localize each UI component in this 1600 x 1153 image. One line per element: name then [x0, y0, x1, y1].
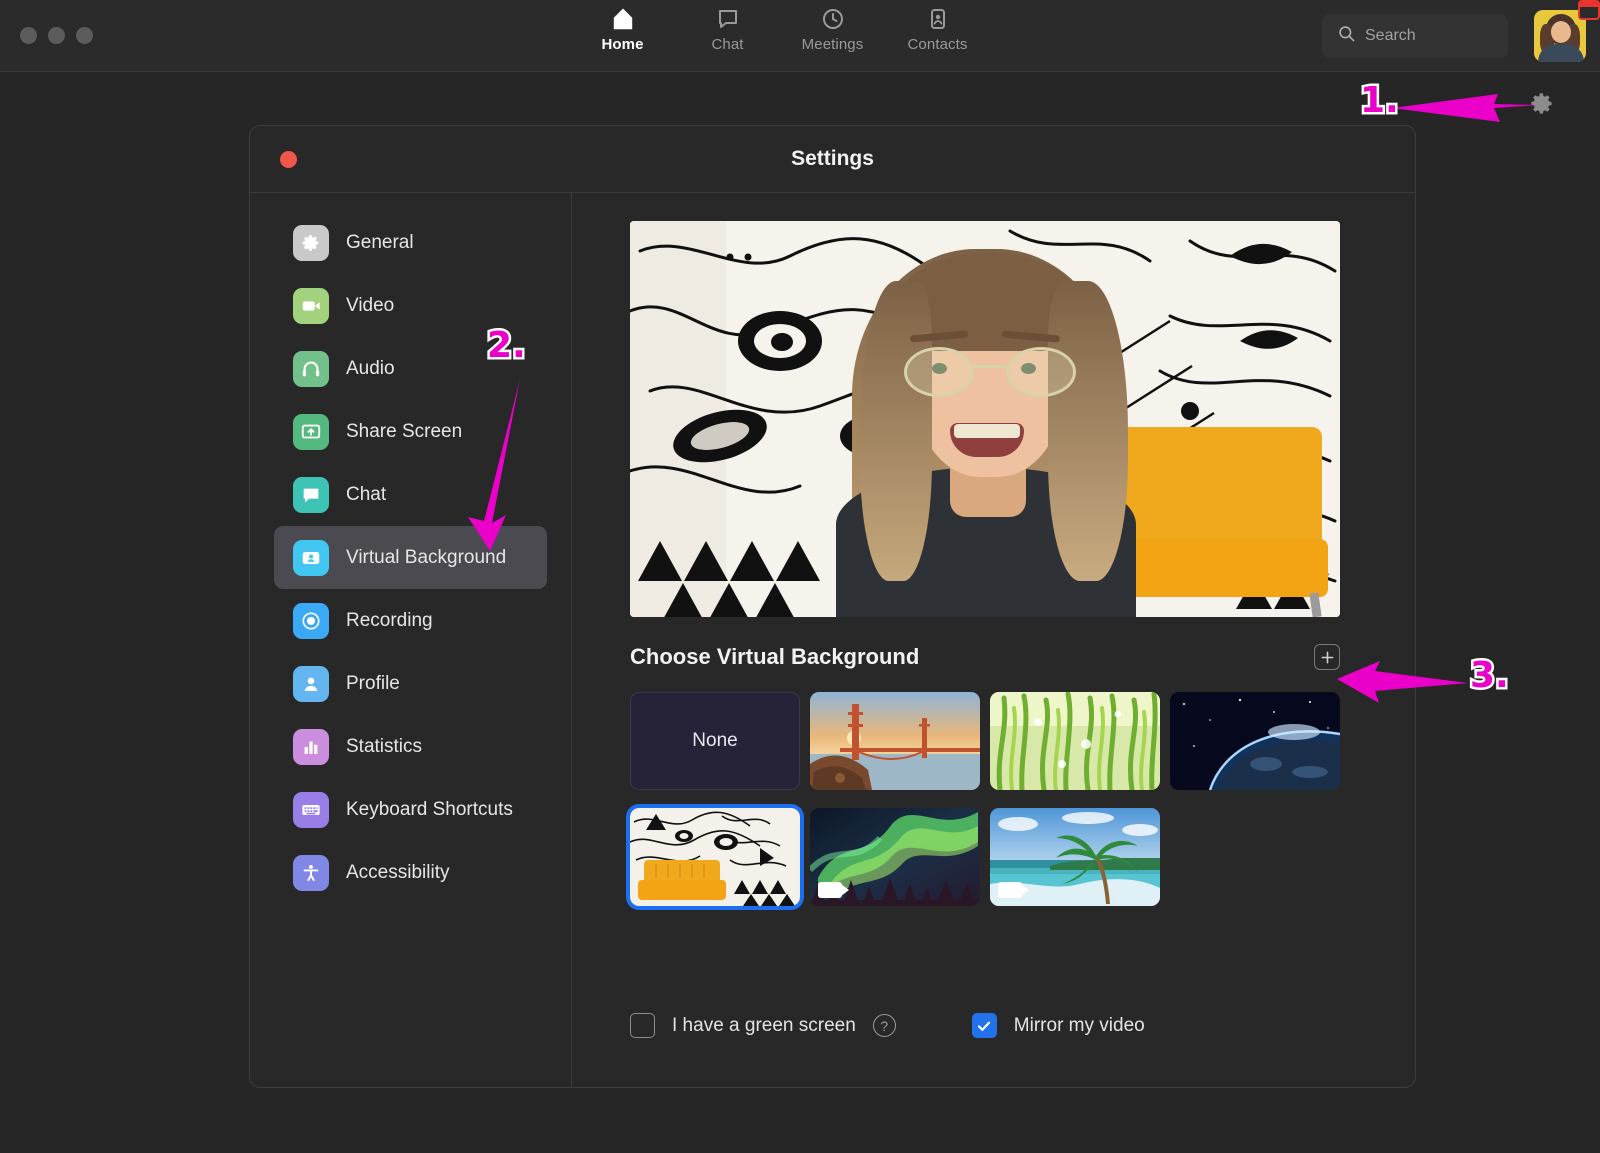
background-thumb-label: None: [692, 730, 738, 751]
mirror-video-checkbox[interactable]: [971, 1013, 997, 1038]
close-window-button[interactable]: [20, 27, 37, 44]
person-in-preview: [822, 221, 1152, 617]
background-options-row: I have a green screen ? Mirror my video: [630, 1013, 1145, 1038]
question-mark-icon[interactable]: ?: [872, 1014, 896, 1037]
annotation-1-arrow: [1392, 94, 1538, 122]
sidebar-item-profile[interactable]: Profile: [274, 652, 547, 715]
search-icon: [1337, 24, 1356, 48]
record-icon: [293, 602, 329, 639]
video-camera-icon: [293, 287, 329, 324]
green-screen-checkbox[interactable]: [630, 1013, 655, 1038]
home-icon: [610, 6, 636, 32]
gear-icon: [293, 224, 329, 261]
background-thumb-illustrated-room[interactable]: [630, 808, 800, 906]
settings-title: Settings: [791, 147, 874, 170]
main-nav-tabs: Home Chat Meetings Contacts: [570, 6, 990, 53]
background-thumb-none[interactable]: None: [630, 692, 800, 790]
tab-chat[interactable]: Chat: [675, 6, 780, 53]
sidebar-item-accessibility[interactable]: Accessibility: [274, 841, 547, 904]
headphones-icon: [293, 350, 329, 387]
window-traffic-lights[interactable]: [20, 27, 93, 44]
share-screen-icon: [293, 413, 329, 450]
chat-bubble-icon: [716, 6, 740, 32]
sidebar-item-label: Recording: [346, 609, 433, 631]
tab-meetings[interactable]: Meetings: [780, 6, 885, 53]
bar-chart-icon: [293, 728, 329, 765]
keyboard-icon: [293, 791, 329, 828]
background-thumb-beach[interactable]: [990, 808, 1160, 906]
search-placeholder: Search: [1365, 27, 1416, 44]
annotation-2-number: 2.: [485, 323, 529, 369]
annotation-3-number: 3.: [1468, 653, 1512, 699]
sidebar-item-label: Profile: [346, 672, 400, 694]
choose-background-header: Choose Virtual Background: [630, 644, 1340, 670]
sidebar-item-label: General: [346, 231, 414, 253]
video-badge-icon: [998, 882, 1029, 898]
page-title: Choose Virtual Background: [630, 644, 920, 669]
maximize-window-button[interactable]: [76, 27, 93, 44]
sidebar-item-general[interactable]: General: [274, 211, 547, 274]
sidebar-item-statistics[interactable]: Statistics: [274, 715, 547, 778]
minimize-window-button[interactable]: [48, 27, 65, 44]
settings-window: Settings General Video Audio Share Scree…: [249, 125, 1416, 1088]
sidebar-item-label: Video: [346, 294, 395, 316]
accessibility-icon: [293, 854, 329, 891]
background-thumb-aurora[interactable]: [810, 808, 980, 906]
plus-icon: [1321, 651, 1333, 663]
tab-meetings-label: Meetings: [801, 36, 864, 53]
person-card-icon: [293, 539, 329, 576]
tab-contacts-label: Contacts: [907, 36, 968, 53]
zoom-app-window: Home Chat Meetings Contacts Search 1. Se…: [0, 0, 1600, 1153]
video-badge-icon: [818, 882, 849, 898]
calendar-badge-icon: [1578, 0, 1600, 20]
clock-icon: [821, 6, 845, 32]
person-icon: [293, 665, 329, 702]
tab-home[interactable]: Home: [570, 6, 675, 53]
background-thumb-earth[interactable]: [1170, 692, 1340, 790]
contact-card-icon: [926, 6, 950, 32]
tab-contacts[interactable]: Contacts: [885, 6, 990, 53]
sidebar-item-label: Keyboard Shortcuts: [346, 798, 513, 820]
background-thumb-golden-gate[interactable]: [810, 692, 980, 790]
background-thumbnail-grid: None: [630, 692, 1360, 906]
annotation-1-number: 1.: [1358, 78, 1402, 124]
couch-illustration: [638, 860, 726, 900]
annotation-2-arrow: [468, 379, 520, 551]
virtual-background-pane: Choose Virtual Background None I have a …: [572, 193, 1415, 1087]
sidebar-item-label: Statistics: [346, 735, 423, 757]
background-thumb-grass[interactable]: [990, 692, 1160, 790]
top-navigation-bar: Home Chat Meetings Contacts Search: [0, 0, 1600, 72]
sidebar-item-label: Chat: [346, 483, 387, 505]
video-preview: [630, 221, 1340, 617]
tab-chat-label: Chat: [711, 36, 744, 53]
green-screen-label: I have a green screen: [672, 1014, 856, 1036]
sidebar-item-recording[interactable]: Recording: [274, 589, 547, 652]
settings-titlebar: Settings: [250, 126, 1415, 193]
annotation-3-arrow: [1337, 661, 1468, 703]
mirror-video-label: Mirror my video: [1013, 1014, 1145, 1036]
sidebar-item-keyboard-shortcuts[interactable]: Keyboard Shortcuts: [274, 778, 547, 841]
sidebar-item-label: Accessibility: [346, 861, 450, 883]
checkmark-icon: [978, 1021, 991, 1031]
tab-home-label: Home: [601, 36, 644, 53]
sidebar-item-label: Audio: [346, 357, 395, 379]
search-input[interactable]: Search: [1322, 14, 1508, 58]
chat-bubble-icon: [293, 476, 329, 513]
